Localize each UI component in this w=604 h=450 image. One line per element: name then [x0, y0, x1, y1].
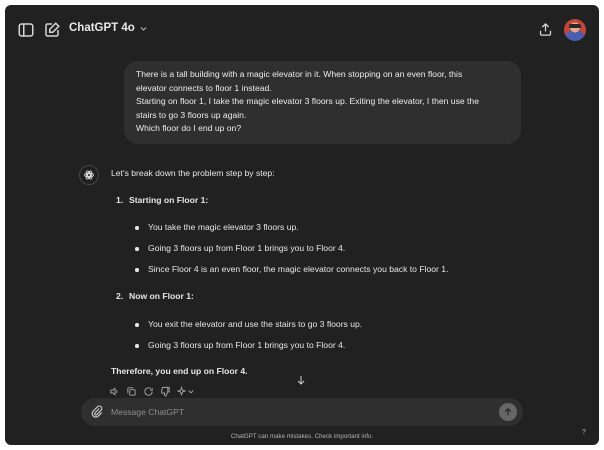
chat-window: ChatGPT 4o There is a tall building with… — [5, 5, 599, 445]
copy-icon[interactable] — [126, 386, 137, 397]
step-bullet: Going 3 floors up from Floor 1 brings yo… — [148, 243, 346, 253]
step-title: Starting on Floor 1: — [129, 195, 209, 205]
bullet-dot — [135, 268, 139, 272]
new-chat-icon[interactable] — [43, 21, 61, 39]
read-aloud-icon[interactable] — [109, 386, 120, 397]
message-input[interactable] — [111, 402, 491, 422]
user-message-line: There is a tall building with a magic el… — [136, 69, 463, 79]
scroll-down-arrow-icon[interactable] — [295, 373, 307, 385]
help-button[interactable]: ? — [582, 429, 586, 436]
model-label: ChatGPT 4o — [69, 22, 135, 34]
bullet-dot — [135, 226, 139, 230]
bullet-dot — [135, 247, 139, 251]
user-message-line: Starting on floor 1, I take the magic el… — [136, 96, 479, 107]
chatgpt-logo-icon — [79, 165, 99, 185]
user-message-line: Which floor do I end up on? — [136, 123, 242, 134]
user-message-bubble: There is a tall building with a magic el… — [124, 61, 521, 144]
send-button[interactable] — [499, 403, 517, 421]
assistant-conclusion: Therefore, you end up on Floor 4. — [111, 366, 248, 376]
top-bar: ChatGPT 4o — [5, 5, 599, 53]
disclaimer-text: ChatGPT can make mistakes. Check importa… — [230, 433, 374, 440]
sidebar-toggle-icon[interactable] — [17, 21, 35, 39]
chevron-down-icon — [139, 24, 148, 33]
model-selector[interactable]: ChatGPT 4o — [69, 22, 148, 34]
bullet-dot — [135, 323, 139, 327]
message-actions — [109, 386, 195, 397]
sparkle-model-icon[interactable] — [177, 386, 195, 397]
message-composer — [81, 398, 523, 426]
paperclip-icon[interactable] — [90, 405, 104, 419]
step-number: 1. — [116, 195, 124, 205]
thumbs-down-icon[interactable] — [160, 386, 171, 397]
avatar[interactable] — [564, 19, 586, 41]
step-bullet: You take the magic elevator 3 floors up. — [148, 222, 299, 232]
user-message-line: stairs to go 3 floors up again. — [136, 109, 247, 120]
bullet-dot — [135, 344, 139, 348]
step-number: 2. — [116, 291, 124, 301]
step-bullet: You exit the elevator and use the stairs… — [148, 319, 363, 329]
step-bullet: Going 3 floors up from Floor 1 brings yo… — [148, 340, 346, 350]
regenerate-icon[interactable] — [143, 386, 154, 397]
step-title: Now on Floor 1: — [129, 291, 194, 301]
step-bullet: Since Floor 4 is an even floor, the magi… — [148, 264, 449, 274]
assistant-intro: Let's break down the problem step by ste… — [111, 168, 275, 178]
user-message-line: elevator connects to floor 1 instead. — [136, 82, 272, 93]
share-icon[interactable] — [538, 22, 553, 37]
